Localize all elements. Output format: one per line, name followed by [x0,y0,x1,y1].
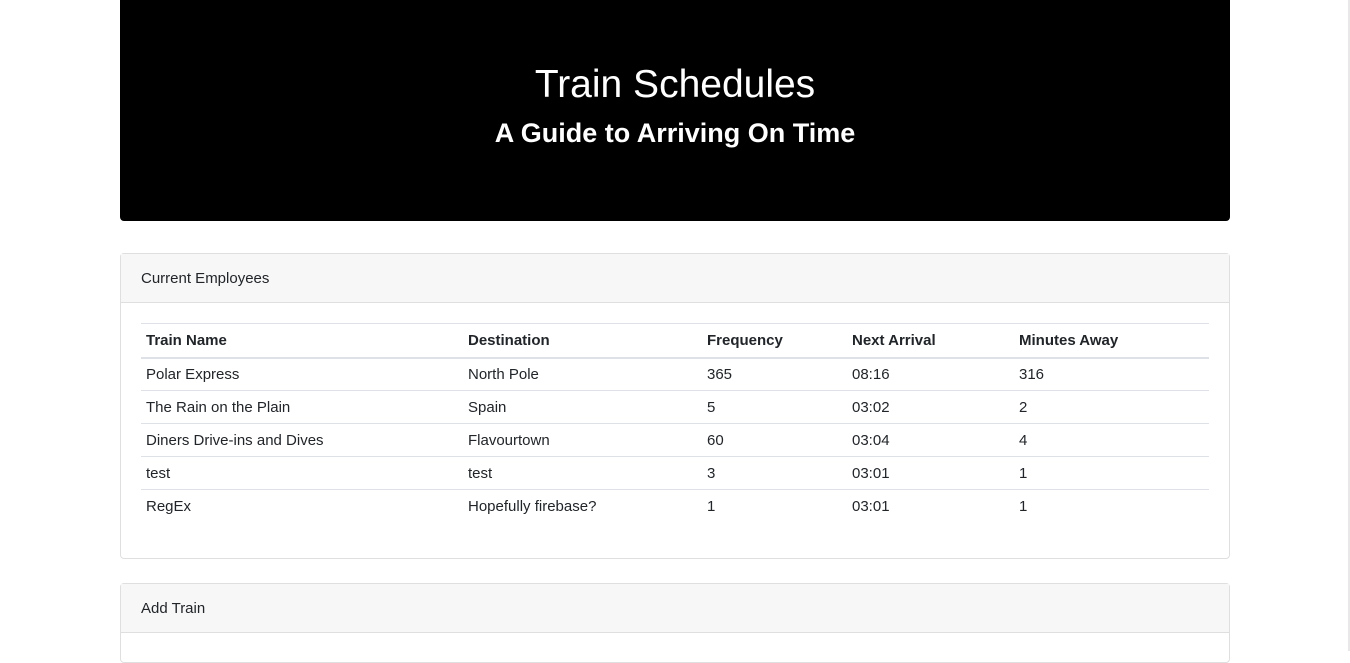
cell-train-name: The Rain on the Plain [141,390,463,424]
col-next-arrival: Next Arrival [847,323,1014,359]
cell-train-name: RegEx [141,489,463,523]
cell-destination: Flavourtown [463,423,702,457]
cell-next-arrival: 03:02 [847,390,1014,424]
train-table: Train Name Destination Frequency Next Ar… [141,323,1209,523]
add-train-card: Add Train [120,583,1230,663]
table-row: Polar Express North Pole 365 08:16 316 [141,357,1209,391]
jumbotron: Train Schedules A Guide to Arriving On T… [120,0,1230,221]
cell-frequency: 5 [702,390,847,424]
col-destination: Destination [463,323,702,359]
cell-frequency: 60 [702,423,847,457]
add-train-card-header: Add Train [121,584,1229,633]
cell-minutes-away: 4 [1014,423,1209,457]
cell-minutes-away: 316 [1014,357,1209,391]
page-title: Train Schedules [534,63,816,106]
cell-next-arrival: 03:01 [847,489,1014,523]
schedule-card: Current Employees Train Name Destination… [120,253,1230,559]
cell-destination: Spain [463,390,702,424]
cell-train-name: test [141,456,463,490]
cell-minutes-away: 1 [1014,489,1209,523]
cell-destination: North Pole [463,357,702,391]
cell-train-name: Diners Drive-ins and Dives [141,423,463,457]
col-minutes-away: Minutes Away [1014,323,1209,359]
table-row: RegEx Hopefully firebase? 1 03:01 1 [141,489,1209,523]
cell-minutes-away: 2 [1014,390,1209,424]
cell-frequency: 365 [702,357,847,391]
cell-minutes-away: 1 [1014,456,1209,490]
table-row: The Rain on the Plain Spain 5 03:02 2 [141,390,1209,424]
cell-destination: test [463,456,702,490]
cell-next-arrival: 03:04 [847,423,1014,457]
cell-destination: Hopefully firebase? [463,489,702,523]
table-row: test test 3 03:01 1 [141,456,1209,490]
cell-train-name: Polar Express [141,357,463,391]
cell-frequency: 1 [702,489,847,523]
col-frequency: Frequency [702,323,847,359]
cell-next-arrival: 03:01 [847,456,1014,490]
cell-next-arrival: 08:16 [847,357,1014,391]
table-header-row: Train Name Destination Frequency Next Ar… [141,323,1209,359]
page-subtitle: A Guide to Arriving On Time [494,118,856,148]
table-row: Diners Drive-ins and Dives Flavourtown 60 0… [141,423,1209,457]
cell-frequency: 3 [702,456,847,490]
col-train-name: Train Name [141,323,463,359]
schedule-card-header: Current Employees [121,254,1229,303]
